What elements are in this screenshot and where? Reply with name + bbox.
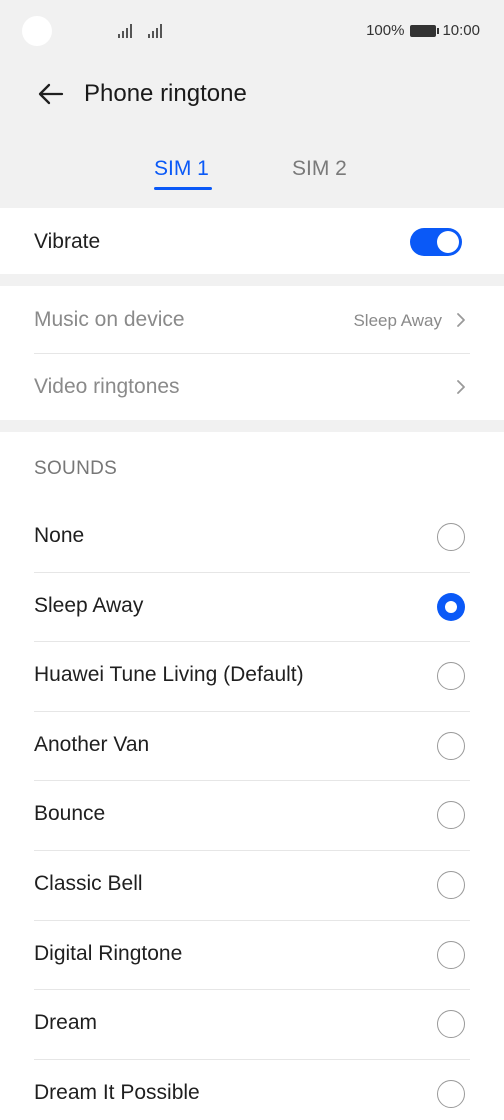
vibrate-card: Vibrate (0, 208, 504, 274)
section-title: SOUNDS (34, 458, 118, 479)
arrow-left-icon[interactable] (34, 78, 66, 110)
battery-percentage: 100% (366, 22, 405, 39)
ringtone-label: Sleep Away (34, 593, 144, 617)
radio-button[interactable] (437, 1010, 465, 1039)
vibrate-toggle[interactable] (410, 228, 462, 256)
radio-selected[interactable] (437, 592, 465, 621)
radio-button[interactable] (437, 523, 465, 551)
music-on-device-value: Sleep Away (353, 311, 442, 330)
radio-button[interactable] (437, 662, 465, 691)
toggle-knob (437, 231, 459, 253)
video-ringtones-row[interactable]: Video ringtones (0, 353, 504, 420)
ringtone-option[interactable]: Classic Bell (0, 850, 504, 920)
radio-button[interactable] (437, 731, 465, 760)
ringtone-option[interactable]: Dream It Possible (0, 1059, 504, 1120)
tab-sim-1[interactable]: SIM 1 (154, 156, 209, 182)
chevron-right-icon (457, 380, 465, 394)
status-bar: 100% 10:00 (0, 0, 504, 64)
radio-button[interactable] (437, 871, 465, 899)
header: Phone ringtone (0, 64, 504, 124)
ringtone-option[interactable]: None (0, 502, 504, 572)
ringtone-option[interactable]: Dream (0, 989, 504, 1059)
ringtone-option[interactable]: Sleep Away (0, 572, 504, 642)
vibrate-label: Vibrate (34, 230, 101, 253)
ringtone-label: Bounce (34, 802, 106, 826)
media-card: Music on device Sleep Away Video rington… (0, 286, 504, 420)
music-on-device-label: Music on device (34, 308, 185, 331)
chevron-right-icon (457, 313, 465, 327)
radio-button[interactable] (437, 1079, 465, 1108)
clock: 10:00 (442, 22, 480, 39)
ringtone-option[interactable]: Huawei Tune Living (Default) (0, 641, 504, 711)
sounds-card: SOUNDS None Sleep Away Huawei Tune Living … (0, 432, 504, 1120)
tab-sim-2[interactable]: SIM 2 (292, 156, 347, 182)
ringtone-label: None (34, 524, 85, 547)
ringtone-label: Huawei Tune Living (Default) (34, 663, 304, 687)
sim-tabs: SIM 1 SIM 2 (0, 146, 504, 198)
ringtone-option[interactable]: Digital Ringtone (0, 920, 504, 990)
ringtone-label: Dream (34, 1011, 98, 1035)
ringtone-option[interactable]: Bounce (0, 780, 504, 850)
ringtone-label: Digital Ringtone (34, 941, 183, 965)
active-tab-indicator (154, 187, 212, 190)
radio-button[interactable] (437, 801, 465, 830)
radio-button[interactable] (437, 940, 465, 969)
ringtone-label: Classic Bell (34, 872, 143, 895)
ringtone-label: Dream It Possible (34, 1080, 200, 1104)
video-ringtones-label: Video ringtones (34, 375, 180, 398)
ringtone-label: Another Van (34, 732, 150, 756)
page-title: Phone ringtone (84, 80, 247, 107)
music-on-device-row[interactable]: Music on device Sleep Away (0, 286, 504, 353)
status-right: 100% 10:00 (366, 22, 480, 39)
ringtone-option[interactable]: Another Van (0, 711, 504, 781)
battery-icon (410, 24, 440, 37)
camera-cutout (22, 16, 52, 46)
